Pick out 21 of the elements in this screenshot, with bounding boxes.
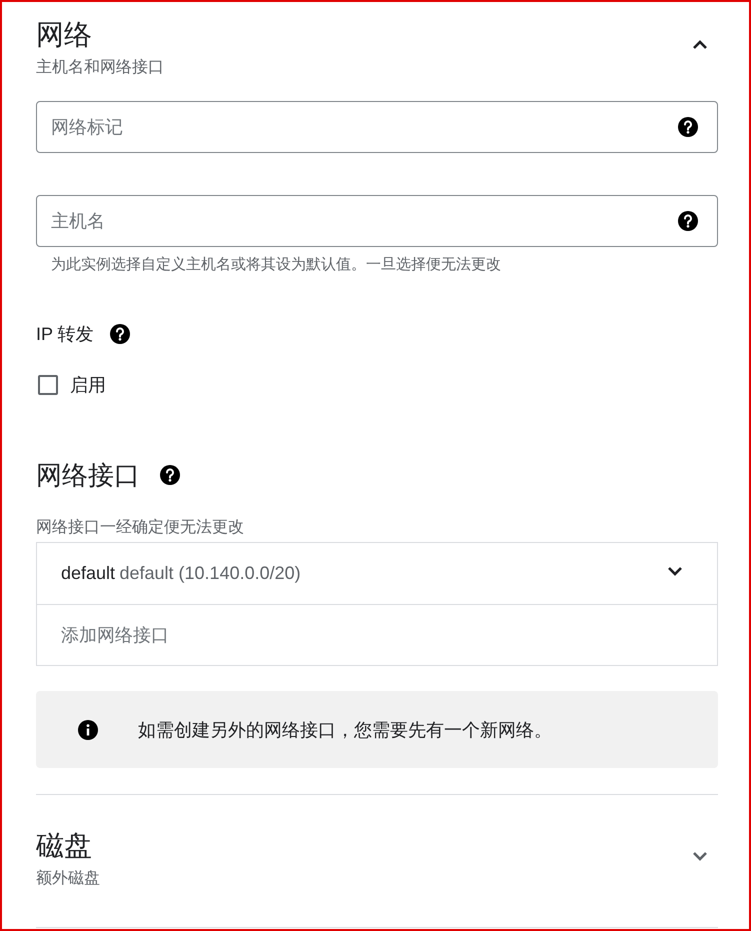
section-subtitle: 额外磁盘 (36, 869, 100, 889)
section-title: 磁盘 (36, 829, 93, 863)
field-label: IP 转发 (36, 323, 94, 346)
section-title: 网络 (36, 18, 93, 52)
section-title: 网络接口 (36, 459, 140, 491)
help-icon[interactable] (158, 463, 182, 487)
add-interface-link[interactable]: 添加网络接口 (61, 623, 169, 647)
checkbox[interactable] (38, 375, 58, 395)
info-text: 如需创建另外的网络接口，您需要先有一个新网络。 (138, 718, 552, 742)
info-icon (76, 718, 100, 742)
section-note: 网络接口一经确定便无法更改 (36, 518, 245, 538)
input-field[interactable]: 主机名 (36, 195, 718, 247)
field-hint: 为此实例选择自定义主机名或将其设为默认值。一旦选择便无法更改 (51, 256, 502, 274)
checkbox-label[interactable]: 启用 (70, 373, 106, 397)
section-subtitle: 主机名和网络接口 (36, 58, 164, 78)
help-icon[interactable] (676, 115, 700, 139)
help-icon[interactable] (676, 209, 700, 233)
input-field[interactable]: 网络标记 (36, 101, 718, 153)
interface-name: default default (10.140.0.0/20) (61, 563, 301, 584)
interface-row[interactable]: default default (10.140.0.0/20) (37, 543, 717, 604)
help-icon[interactable] (108, 322, 132, 346)
